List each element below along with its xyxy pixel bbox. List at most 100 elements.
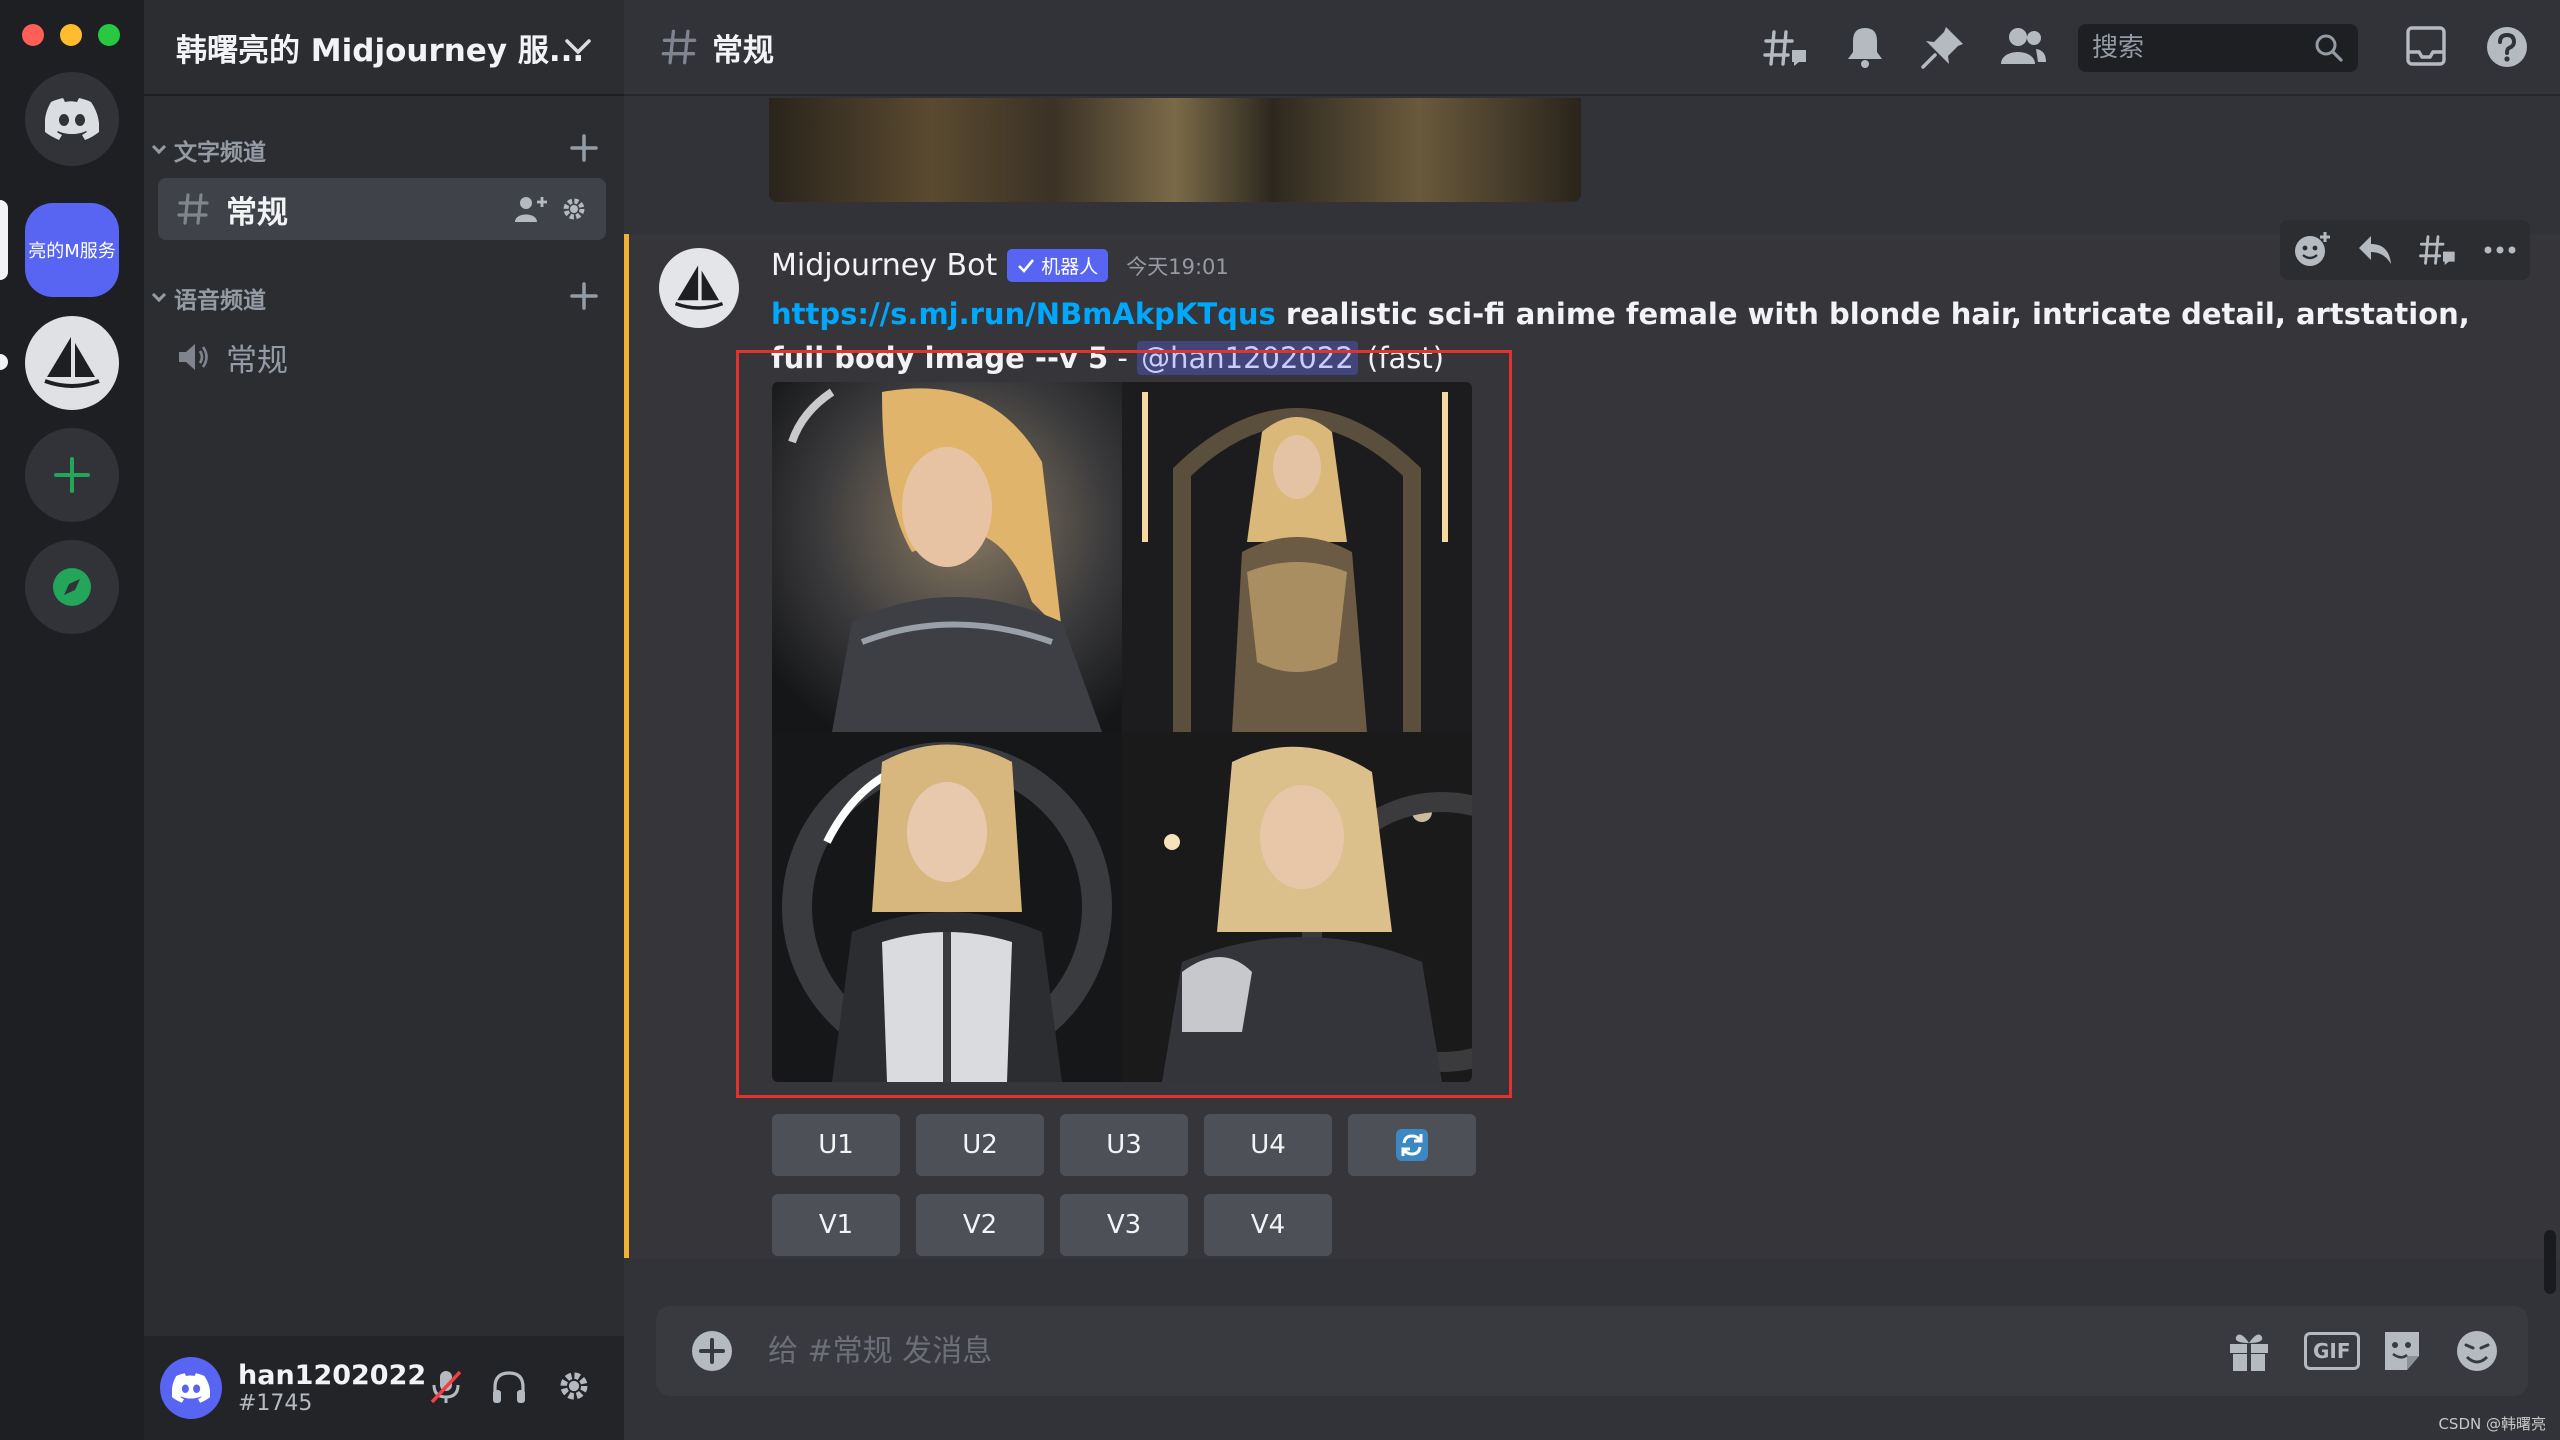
upscale-button-4[interactable]: U4 [1204,1114,1332,1176]
gear-icon[interactable] [560,195,588,223]
discord-logo-icon [45,98,99,140]
bot-badge: 机器人 [1007,249,1109,282]
threads-icon[interactable] [1762,24,1810,72]
message-author[interactable]: Midjourney Bot [771,248,997,283]
channel-name: 常规 [226,342,288,379]
compass-icon [53,568,91,606]
gif-picker-button[interactable]: GIF [2304,1332,2360,1370]
plus-icon [54,457,90,493]
user-settings-gear-icon[interactable] [556,1368,592,1404]
window-close-button[interactable] [22,24,44,46]
refresh-icon [1396,1129,1428,1161]
hashtag-icon [177,193,209,225]
chat-scrollbar-thumb[interactable] [2544,1230,2556,1294]
category-voice-channels[interactable]: 语音频道 [144,274,624,322]
variation-button-3[interactable]: V3 [1060,1194,1188,1256]
bot-message: Midjourney Bot 机器人 今天19:01 https://s.mj.… [624,220,2560,1258]
muted-microphone-icon[interactable] [428,1368,464,1406]
invite-member-icon[interactable] [514,194,548,224]
channel-sidebar: 韩曙亮的 Midjourney 服... 文字频道 常规 语音频道 常规 han… [144,0,624,1440]
user-panel: han1202022 #1745 [144,1336,624,1440]
hashtag-icon [661,29,697,65]
add-server-button[interactable] [25,428,119,522]
user-names[interactable]: han1202022 #1745 [238,1360,426,1416]
upscale-button-1[interactable]: U1 [772,1114,900,1176]
channel-item-general-text[interactable]: 常规 [158,178,606,240]
server-name: 韩曙亮的 Midjourney 服... [176,32,585,69]
upscale-button-3[interactable]: U3 [1060,1114,1188,1176]
generated-image-3[interactable] [772,732,1122,1082]
generated-image-4[interactable] [1122,732,1472,1082]
discord-logo-icon [172,1373,210,1403]
caret-down-icon [151,139,167,155]
caret-down-icon [151,287,167,303]
server-rail: 亮的M服务 [0,0,144,1440]
search-input[interactable] [2092,33,2312,63]
inbox-icon[interactable] [2404,24,2448,68]
server-icon-midjourney-server[interactable]: 亮的M服务 [25,203,119,297]
more-options-icon[interactable] [2482,244,2518,256]
previous-message-image[interactable] [769,98,1581,202]
server-icon-label: 亮的M服务 [28,241,116,262]
message-hover-toolbar [2280,220,2530,280]
sticker-icon[interactable] [2380,1328,2424,1374]
window-minimize-button[interactable] [60,24,82,46]
discord-home-button[interactable] [25,72,119,166]
message-composer: GIF [656,1306,2528,1396]
prompt-image-link[interactable]: https://s.mj.run/NBmAkpKTqus [771,297,1276,331]
member-list-icon[interactable] [1998,24,2048,70]
variation-button-2[interactable]: V2 [916,1194,1044,1256]
upscale-button-2[interactable]: U2 [916,1114,1044,1176]
headphones-icon[interactable] [490,1368,528,1406]
image-2-render [1122,382,1472,732]
generated-image-grid[interactable] [772,382,1472,1082]
notification-bell-icon[interactable] [1842,24,1888,70]
generated-image-1[interactable] [772,382,1122,732]
add-reaction-icon[interactable] [2292,230,2332,270]
active-server-indicator [0,200,8,280]
unread-indicator [0,354,8,370]
search-icon [2315,34,2343,62]
avatar[interactable] [160,1357,222,1419]
generated-image-2[interactable] [1122,382,1472,732]
user-discriminator: #1745 [238,1391,313,1416]
emoji-picker-icon[interactable] [2454,1328,2500,1374]
server-header[interactable]: 韩曙亮的 Midjourney 服... [144,0,624,96]
chevron-down-icon [565,39,591,55]
speaker-icon [179,344,208,370]
message-input[interactable] [768,1333,2068,1369]
channel-top-bar: 常规 [624,0,2560,96]
category-label: 文字频道 [174,140,266,166]
channel-name: 常规 [226,194,288,231]
pin-icon[interactable] [1920,24,1966,70]
variation-button-1[interactable]: V1 [772,1194,900,1256]
category-text-channels[interactable]: 文字频道 [144,126,624,174]
image-4-render [1122,732,1472,1082]
variation-button-4[interactable]: V4 [1204,1194,1332,1256]
message-header: Midjourney Bot 机器人 今天19:01 [771,248,1229,283]
channel-item-general-voice[interactable]: 常规 [158,326,606,388]
server-icon-midjourney[interactable] [25,316,119,410]
reroll-button[interactable] [1348,1114,1476,1176]
explore-servers-button[interactable] [25,540,119,634]
reply-icon[interactable] [2356,233,2394,267]
attach-plus-icon[interactable] [690,1329,734,1373]
upscale-button-row: U1 U2 U3 U4 [772,1114,1476,1176]
create-channel-plus-icon[interactable] [568,132,600,164]
image-3-render [772,732,1122,1082]
window-zoom-button[interactable] [98,24,120,46]
page-title: 常规 [712,32,774,69]
search-box[interactable] [2078,24,2358,72]
message-timestamp: 今天19:01 [1126,254,1229,279]
help-icon[interactable] [2484,24,2530,70]
watermark-text: CSDN @韩曙亮 [2438,1415,2546,1433]
create-channel-plus-icon[interactable] [568,280,600,312]
gift-icon[interactable] [2226,1328,2272,1374]
category-label: 语音频道 [174,288,266,314]
sailboat-icon [44,337,100,388]
image-1-render [772,382,1122,732]
avatar[interactable] [659,248,739,328]
checkmark-icon [1018,258,1035,273]
variation-button-row: V1 V2 V3 V4 [772,1194,1332,1256]
create-thread-icon[interactable] [2418,230,2458,270]
